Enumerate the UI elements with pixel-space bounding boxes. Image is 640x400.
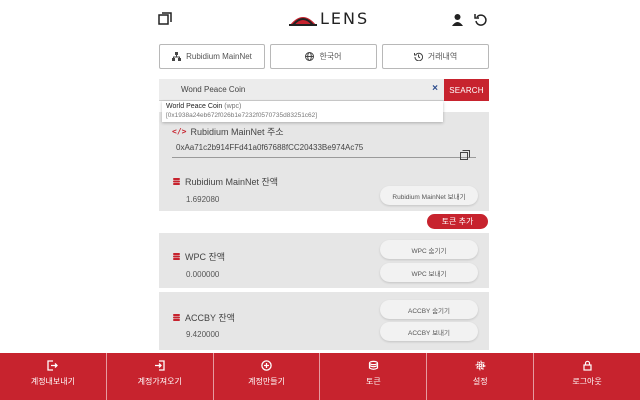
main-balance-title-text: Rubidium MainNet 잔액 (185, 177, 279, 187)
nav-label: 토큰 (366, 377, 381, 386)
token-title-accby: ACCBY 잔액 (172, 311, 235, 324)
copy-address-icon[interactable] (460, 147, 470, 160)
send-main-coin-button[interactable]: Rubidium MainNet 보내기 (380, 186, 478, 205)
nav-label: 설정 (472, 377, 488, 386)
nav-label: 계정가져오기 (137, 377, 182, 386)
search-suggestion[interactable]: World Peace Coin (wpc) [0x1938a24eb672f0… (162, 101, 443, 122)
nav-label: 계정내보내기 (30, 377, 75, 386)
token-balance-value: 9.420000 (186, 330, 220, 339)
network-icon (172, 52, 182, 61)
account-address: 0xAa71c2b914FFd41a0f67688fCC20433Be974Ac… (176, 143, 364, 152)
nav-token[interactable]: 토큰 (320, 353, 428, 400)
history-button[interactable]: 거래내역 (382, 44, 489, 69)
gear-icon (474, 359, 486, 371)
clear-search-icon[interactable]: × (432, 84, 438, 94)
language-button[interactable]: 한국어 (270, 44, 377, 69)
code-icon: </> (172, 127, 187, 136)
network-label: Rubidium MainNet (186, 52, 252, 61)
token-title-text: ACCBY 잔액 (185, 313, 235, 323)
search-button[interactable]: SEARCH (444, 79, 489, 101)
history-icon (413, 52, 423, 61)
coins-icon (367, 359, 379, 371)
nav-settings[interactable]: 설정 (427, 353, 535, 400)
coin-stack-icon (172, 252, 181, 261)
nav-label: 로그아웃 (572, 377, 602, 386)
lens-logo: LENS (289, 9, 369, 28)
token-search-input[interactable] (159, 79, 429, 100)
user-icon[interactable] (449, 11, 465, 27)
token-search-box: × (159, 79, 444, 101)
coin-stack-icon (172, 177, 181, 186)
app-header: LENS (0, 0, 640, 38)
history-label: 거래내역 (427, 52, 458, 61)
hide-token-button[interactable]: WPC 숨기기 (380, 240, 478, 259)
main-balance-value: 1.692080 (186, 195, 220, 204)
language-label: 한국어 (319, 52, 342, 61)
plus-circle-icon (261, 359, 273, 371)
nav-logout[interactable]: 로그아웃 (534, 353, 640, 400)
globe-icon (305, 52, 315, 61)
send-token-button[interactable]: ACCBY 보내기 (380, 322, 478, 341)
import-icon (154, 359, 166, 371)
address-title-text: Rubidium MainNet 주소 (190, 127, 284, 137)
lock-icon (581, 359, 593, 371)
suggestion-symbol: (wpc) (224, 103, 242, 110)
suggestion-address: [0x1938a24eb672f026b1e7232f0570735d83251… (166, 112, 318, 119)
hide-token-button[interactable]: ACCBY 숨기기 (380, 300, 478, 319)
address-underline (172, 157, 476, 158)
logo-text: LENS (320, 9, 370, 28)
nav-import-account[interactable]: 계정가져오기 (107, 353, 214, 400)
address-title: </> Rubidium MainNet 주소 (172, 125, 284, 138)
token-title-text: WPC 잔액 (185, 252, 226, 262)
nav-export-account[interactable]: 계정내보내기 (0, 353, 107, 400)
refresh-icon[interactable] (472, 11, 488, 27)
suggestion-name: World Peace Coin (166, 103, 223, 110)
nav-create-account[interactable]: 계정만들기 (214, 353, 321, 400)
export-icon (47, 359, 59, 371)
token-title-wpc: WPC 잔액 (172, 250, 225, 263)
lens-logo-icon (289, 16, 317, 26)
token-balance-value: 0.000000 (186, 270, 220, 279)
main-balance-title: Rubidium MainNet 잔액 (172, 175, 278, 188)
send-token-button[interactable]: WPC 보내기 (380, 263, 478, 282)
network-select-button[interactable]: Rubidium MainNet (159, 44, 265, 69)
copy-window-icon[interactable] (157, 11, 173, 27)
bottom-nav: 계정내보내기 계정가져오기 계정만들기 토큰 설정 로그아웃 (0, 353, 640, 400)
coin-stack-icon (172, 313, 181, 322)
nav-label: 계정만들기 (248, 377, 285, 386)
add-token-button[interactable]: 토큰 추가 (427, 214, 488, 229)
